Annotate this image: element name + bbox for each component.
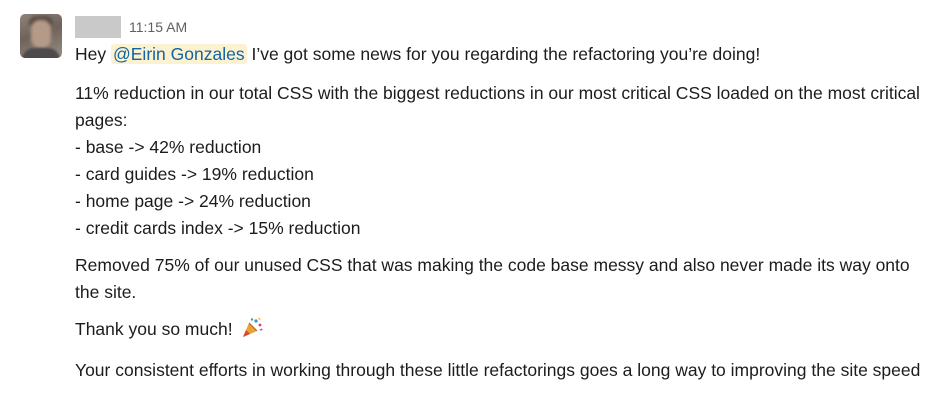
chat-message: 11:15 AM Hey @Eirin Gonzales I’ve got so… bbox=[0, 0, 936, 415]
sender-name-redacted[interactable] bbox=[75, 16, 121, 38]
reduction-item-home-page: - home page -> 24% reduction bbox=[75, 191, 311, 211]
user-mention[interactable]: @Eirin Gonzales bbox=[111, 44, 247, 64]
thanks-text: Thank you so much! bbox=[75, 319, 233, 339]
unused-css-text: Removed 75% of our unused CSS that was m… bbox=[75, 255, 910, 302]
message-timestamp[interactable]: 11:15 AM bbox=[129, 19, 187, 35]
party-popper-icon[interactable] bbox=[241, 317, 264, 347]
reduction-item-credit-cards-index: - credit cards index -> 15% reduction bbox=[75, 218, 361, 238]
closing-text: Your consistent efforts in working throu… bbox=[75, 360, 921, 380]
reduction-item-card-guides: - card guides -> 19% reduction bbox=[75, 164, 314, 184]
thanks-paragraph: Thank you so much! bbox=[75, 316, 925, 347]
summary-text: 11% reduction in our total CSS with the … bbox=[75, 83, 920, 130]
unused-css-paragraph: Removed 75% of our unused CSS that was m… bbox=[75, 252, 925, 306]
message-body: Hey @Eirin Gonzales I’ve got some news f… bbox=[75, 41, 925, 394]
greeting-text: Hey bbox=[75, 44, 107, 64]
avatar[interactable] bbox=[20, 14, 62, 58]
intro-paragraph: Hey @Eirin Gonzales I’ve got some news f… bbox=[75, 41, 925, 68]
closing-paragraph: Your consistent efforts in working throu… bbox=[75, 357, 925, 384]
avatar-face bbox=[31, 20, 51, 48]
message-header: 11:15 AM bbox=[75, 15, 187, 39]
reduction-item-base: - base -> 42% reduction bbox=[75, 137, 262, 157]
avatar-shoulders bbox=[22, 48, 60, 58]
summary-paragraph: 11% reduction in our total CSS with the … bbox=[75, 80, 925, 242]
intro-text: I’ve got some news for you regarding the… bbox=[251, 44, 761, 64]
